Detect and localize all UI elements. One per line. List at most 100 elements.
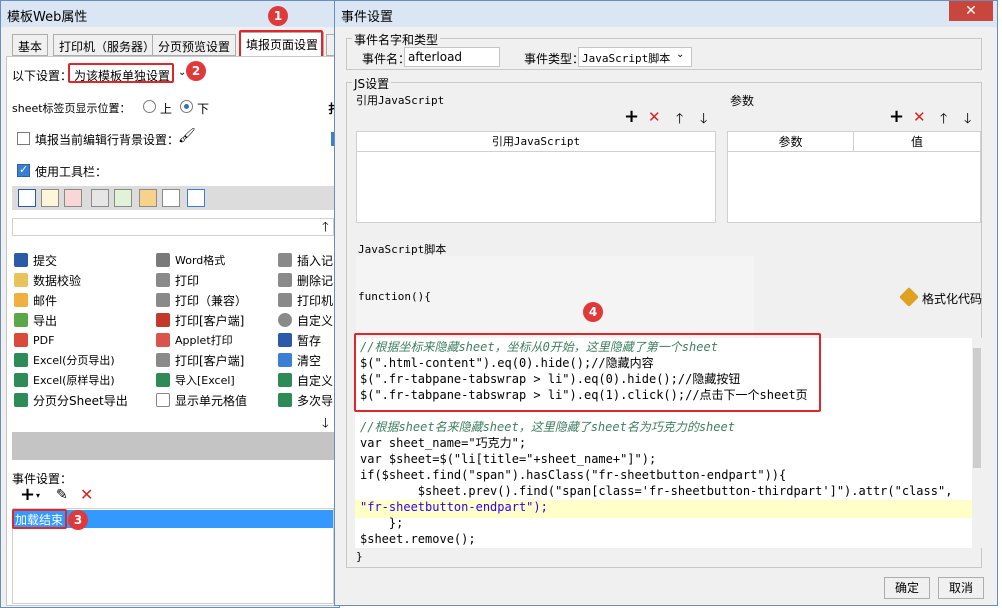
- radio-top[interactable]: [143, 100, 156, 113]
- tb-mail-icon[interactable]: [139, 189, 157, 207]
- ref-up-icon[interactable]: 🡑: [676, 108, 683, 132]
- list-item[interactable]: 清空: [278, 350, 334, 370]
- param-up-icon[interactable]: 🡑: [940, 108, 947, 132]
- tb-pdf-icon[interactable]: [64, 189, 82, 207]
- param-down-icon[interactable]: 🡓: [964, 108, 971, 132]
- custom-icon: [278, 373, 292, 387]
- toolbar-checkbox[interactable]: [17, 163, 30, 177]
- toolbar-label: 使用工具栏：: [35, 165, 108, 179]
- list-item[interactable]: 打印[客户端]: [156, 350, 244, 370]
- list-item[interactable]: 导入[Excel]: [156, 370, 235, 390]
- ok-button[interactable]: 确定: [884, 577, 930, 599]
- list-item[interactable]: 分页分Sheet导出: [14, 390, 128, 410]
- js-settings-label: JS设置: [352, 75, 392, 92]
- validate-icon: [14, 273, 28, 287]
- list-item[interactable]: 自定义: [278, 310, 334, 330]
- tab-preview[interactable]: 分页预览设置: [152, 34, 237, 56]
- function-close: }: [356, 550, 363, 563]
- tb-submit-icon[interactable]: [18, 189, 36, 207]
- tb-validate-icon[interactable]: [41, 189, 59, 207]
- item-list-bottom-bar: [12, 432, 334, 460]
- badge-3: 3: [68, 510, 88, 530]
- event-name-input[interactable]: afterload: [404, 47, 500, 67]
- list-item[interactable]: 多次导: [278, 390, 334, 410]
- list-item[interactable]: 打印[客户端]: [156, 310, 244, 330]
- radio-top-label: 上: [160, 102, 173, 116]
- param-add-icon[interactable]: +: [889, 106, 904, 127]
- list-item[interactable]: Excel(分页导出): [14, 350, 115, 370]
- close-button[interactable]: ✕: [949, 1, 993, 21]
- badge-1: 1: [268, 6, 288, 26]
- import-icon: [156, 373, 170, 387]
- edit-pencil-icon[interactable]: ✎: [56, 487, 68, 503]
- format-code-label[interactable]: 格式化代码: [922, 290, 982, 307]
- cell-value-icon: [156, 393, 170, 407]
- list-item[interactable]: Excel(原样导出): [14, 370, 115, 390]
- name-type-group-label: 事件名字和类型: [352, 31, 441, 48]
- ref-add-icon[interactable]: +: [624, 106, 639, 127]
- code-line: };: [360, 516, 404, 530]
- list-item[interactable]: 自定义: [278, 370, 334, 390]
- code-line: var $sheet=$("li[title="+sheet_name+"]")…: [360, 452, 657, 466]
- param-delete-icon[interactable]: ✕: [913, 108, 926, 126]
- insert-icon: [278, 253, 292, 267]
- radio-bottom[interactable]: [180, 100, 193, 113]
- print-icon: [156, 353, 170, 367]
- bg-checkbox[interactable]: [17, 132, 30, 145]
- list-item[interactable]: 导出: [14, 310, 57, 330]
- code-line: //根据sheet名来隐藏sheet，这里隐藏了sheet名为巧克力的sheet: [360, 420, 735, 434]
- code-line: "fr-sheetbutton-endpart");: [360, 500, 548, 514]
- list-item[interactable]: 删除记: [278, 270, 334, 290]
- list-item[interactable]: 邮件: [14, 290, 57, 310]
- eraser-icon: [278, 353, 292, 367]
- event-type-chevron-icon: ⌄: [676, 49, 685, 60]
- print-icon: [156, 293, 170, 307]
- list-item[interactable]: 打印（兼容）: [156, 290, 247, 310]
- bg-label: 填报当前编辑行背景设置：: [35, 133, 180, 147]
- tb-tree-icon[interactable]: [162, 189, 180, 207]
- ref-down-icon[interactable]: 🡓: [700, 108, 707, 132]
- tb-print-icon[interactable]: [91, 189, 109, 207]
- list-item[interactable]: 提交: [14, 250, 57, 270]
- event-name-label: 事件名：: [362, 52, 411, 66]
- code-line: if($sheet.find("span").hasClass("fr-shee…: [360, 468, 787, 482]
- event-type-select[interactable]: JavaScript脚本 ⌄: [578, 47, 692, 67]
- function-open: function(){: [358, 290, 431, 303]
- tb-export-icon[interactable]: [114, 189, 132, 207]
- list-item[interactable]: 插入记: [278, 250, 334, 270]
- tb-window-icon[interactable]: [187, 189, 205, 207]
- list-item[interactable]: 数据校验: [14, 270, 81, 290]
- event-name-value: afterload: [408, 50, 463, 64]
- script-label: JavaScript脚本: [358, 243, 447, 256]
- list-item[interactable]: Applet打印: [156, 330, 233, 350]
- sheet-tab-label: sheet标签页显示位置：: [12, 102, 131, 115]
- dialog-titlebar: 事件设置: [335, 1, 997, 27]
- move-up-icon[interactable]: 🡑: [322, 218, 329, 240]
- word-icon: [156, 253, 170, 267]
- list-item[interactable]: 暂存: [278, 330, 334, 350]
- badge-4: 4: [583, 302, 603, 322]
- param-header: 参数: [728, 132, 854, 152]
- list-item[interactable]: 打印机: [278, 290, 334, 310]
- left-window-title: 模板Web属性: [7, 10, 88, 25]
- ref-js-label: 引用JavaScript: [356, 94, 445, 107]
- code-scroll-thumb[interactable]: [973, 348, 981, 468]
- add-event-icon[interactable]: +: [20, 484, 35, 505]
- tab-printer[interactable]: 打印机（服务器）: [53, 34, 162, 56]
- paint-bucket-icon[interactable]: 🖌: [178, 128, 196, 146]
- params-label: 参数: [730, 94, 755, 108]
- list-item[interactable]: Word格式: [156, 250, 225, 270]
- ref-delete-icon[interactable]: ✕: [648, 108, 661, 126]
- highlight-code: [354, 333, 821, 412]
- list-item[interactable]: 打印: [156, 270, 199, 290]
- code-line: $sheet.prev().find("span[class='fr-sheet…: [360, 484, 953, 498]
- tab-basic[interactable]: 基本: [12, 34, 49, 56]
- add-dropdown-icon[interactable]: ▾: [36, 491, 40, 500]
- cancel-button[interactable]: 取消: [938, 577, 984, 599]
- event-type-label: 事件类型：: [524, 52, 585, 66]
- list-item[interactable]: PDF: [14, 330, 54, 350]
- list-item[interactable]: 显示单元格值: [156, 390, 247, 410]
- delete-x-icon[interactable]: ✕: [80, 485, 93, 504]
- multi-import-icon: [278, 393, 292, 407]
- excel-icon: [14, 373, 28, 387]
